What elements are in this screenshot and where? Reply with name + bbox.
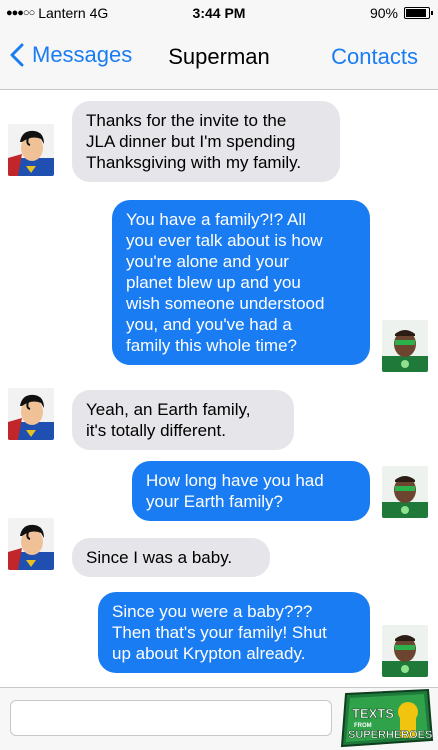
message-input[interactable] (10, 700, 332, 736)
logo-line-1: TEXTS (352, 706, 394, 721)
message-line: your Earth family? (146, 492, 283, 511)
message-line: you're alone and your (126, 252, 289, 271)
back-button[interactable]: Messages (10, 42, 132, 68)
status-bar: ●●●○○ Lantern 4G 3:44 PM 90% (0, 0, 438, 26)
green-lantern-avatar (382, 466, 428, 518)
chevron-left-icon (10, 43, 24, 67)
outgoing-message-bubble: Since you were a baby??? Then that's you… (98, 592, 370, 673)
green-lantern-avatar (382, 320, 428, 372)
contacts-button[interactable]: Contacts (331, 44, 418, 70)
superman-avatar (8, 518, 54, 570)
message-line: How long have you had (146, 471, 324, 490)
battery-icon (404, 7, 433, 19)
message-line: wish someone understood (126, 294, 325, 313)
message-thread[interactable]: Thanks for the invite to the JLA dinner … (0, 90, 438, 687)
incoming-message-bubble: Thanks for the invite to the JLA dinner … (72, 101, 340, 182)
message-line: you ever talk about is how (126, 231, 323, 250)
message-line: JLA dinner but I'm spending (86, 132, 296, 151)
outgoing-message-bubble: How long have you had your Earth family? (132, 461, 370, 521)
green-lantern-avatar (382, 625, 428, 677)
message-line: family this whole time? (126, 336, 298, 355)
incoming-message-bubble: Yeah, an Earth family, it's totally diff… (72, 390, 294, 450)
battery-percent: 90% (369, 5, 398, 21)
battery-fill (406, 9, 426, 17)
message-line: you, and you've had a (126, 315, 292, 334)
outgoing-message-bubble: You have a family?!? All you ever talk a… (112, 200, 370, 365)
message-line: up about Krypton already. (112, 644, 306, 663)
superman-avatar (8, 124, 54, 176)
message-line: Yeah, an Earth family, (86, 400, 251, 419)
texts-from-superheroes-logo: TEXTS FROM SUPERHEROES (340, 688, 434, 748)
message-line: Since I was a baby. (86, 548, 233, 567)
back-label: Messages (32, 42, 133, 67)
message-line: Thanksgiving with my family. (86, 153, 302, 172)
battery-group: 90% (369, 5, 433, 21)
message-line: planet blew up and you (126, 273, 301, 292)
logo-line-3: SUPERHEROES (348, 729, 432, 741)
message-line: Then that's your family! Shut (112, 623, 327, 642)
message-line: Since you were a baby??? (112, 602, 313, 621)
navigation-bar: Messages Superman Contacts (0, 26, 438, 90)
message-line: You have a family?!? All (126, 210, 306, 229)
incoming-message-bubble: Since I was a baby. (72, 538, 270, 577)
message-line: it's totally different. (86, 421, 226, 440)
message-line: Thanks for the invite to the (86, 111, 287, 130)
superman-avatar (8, 388, 54, 440)
compose-bar: TEXTS FROM SUPERHEROES (0, 687, 438, 750)
